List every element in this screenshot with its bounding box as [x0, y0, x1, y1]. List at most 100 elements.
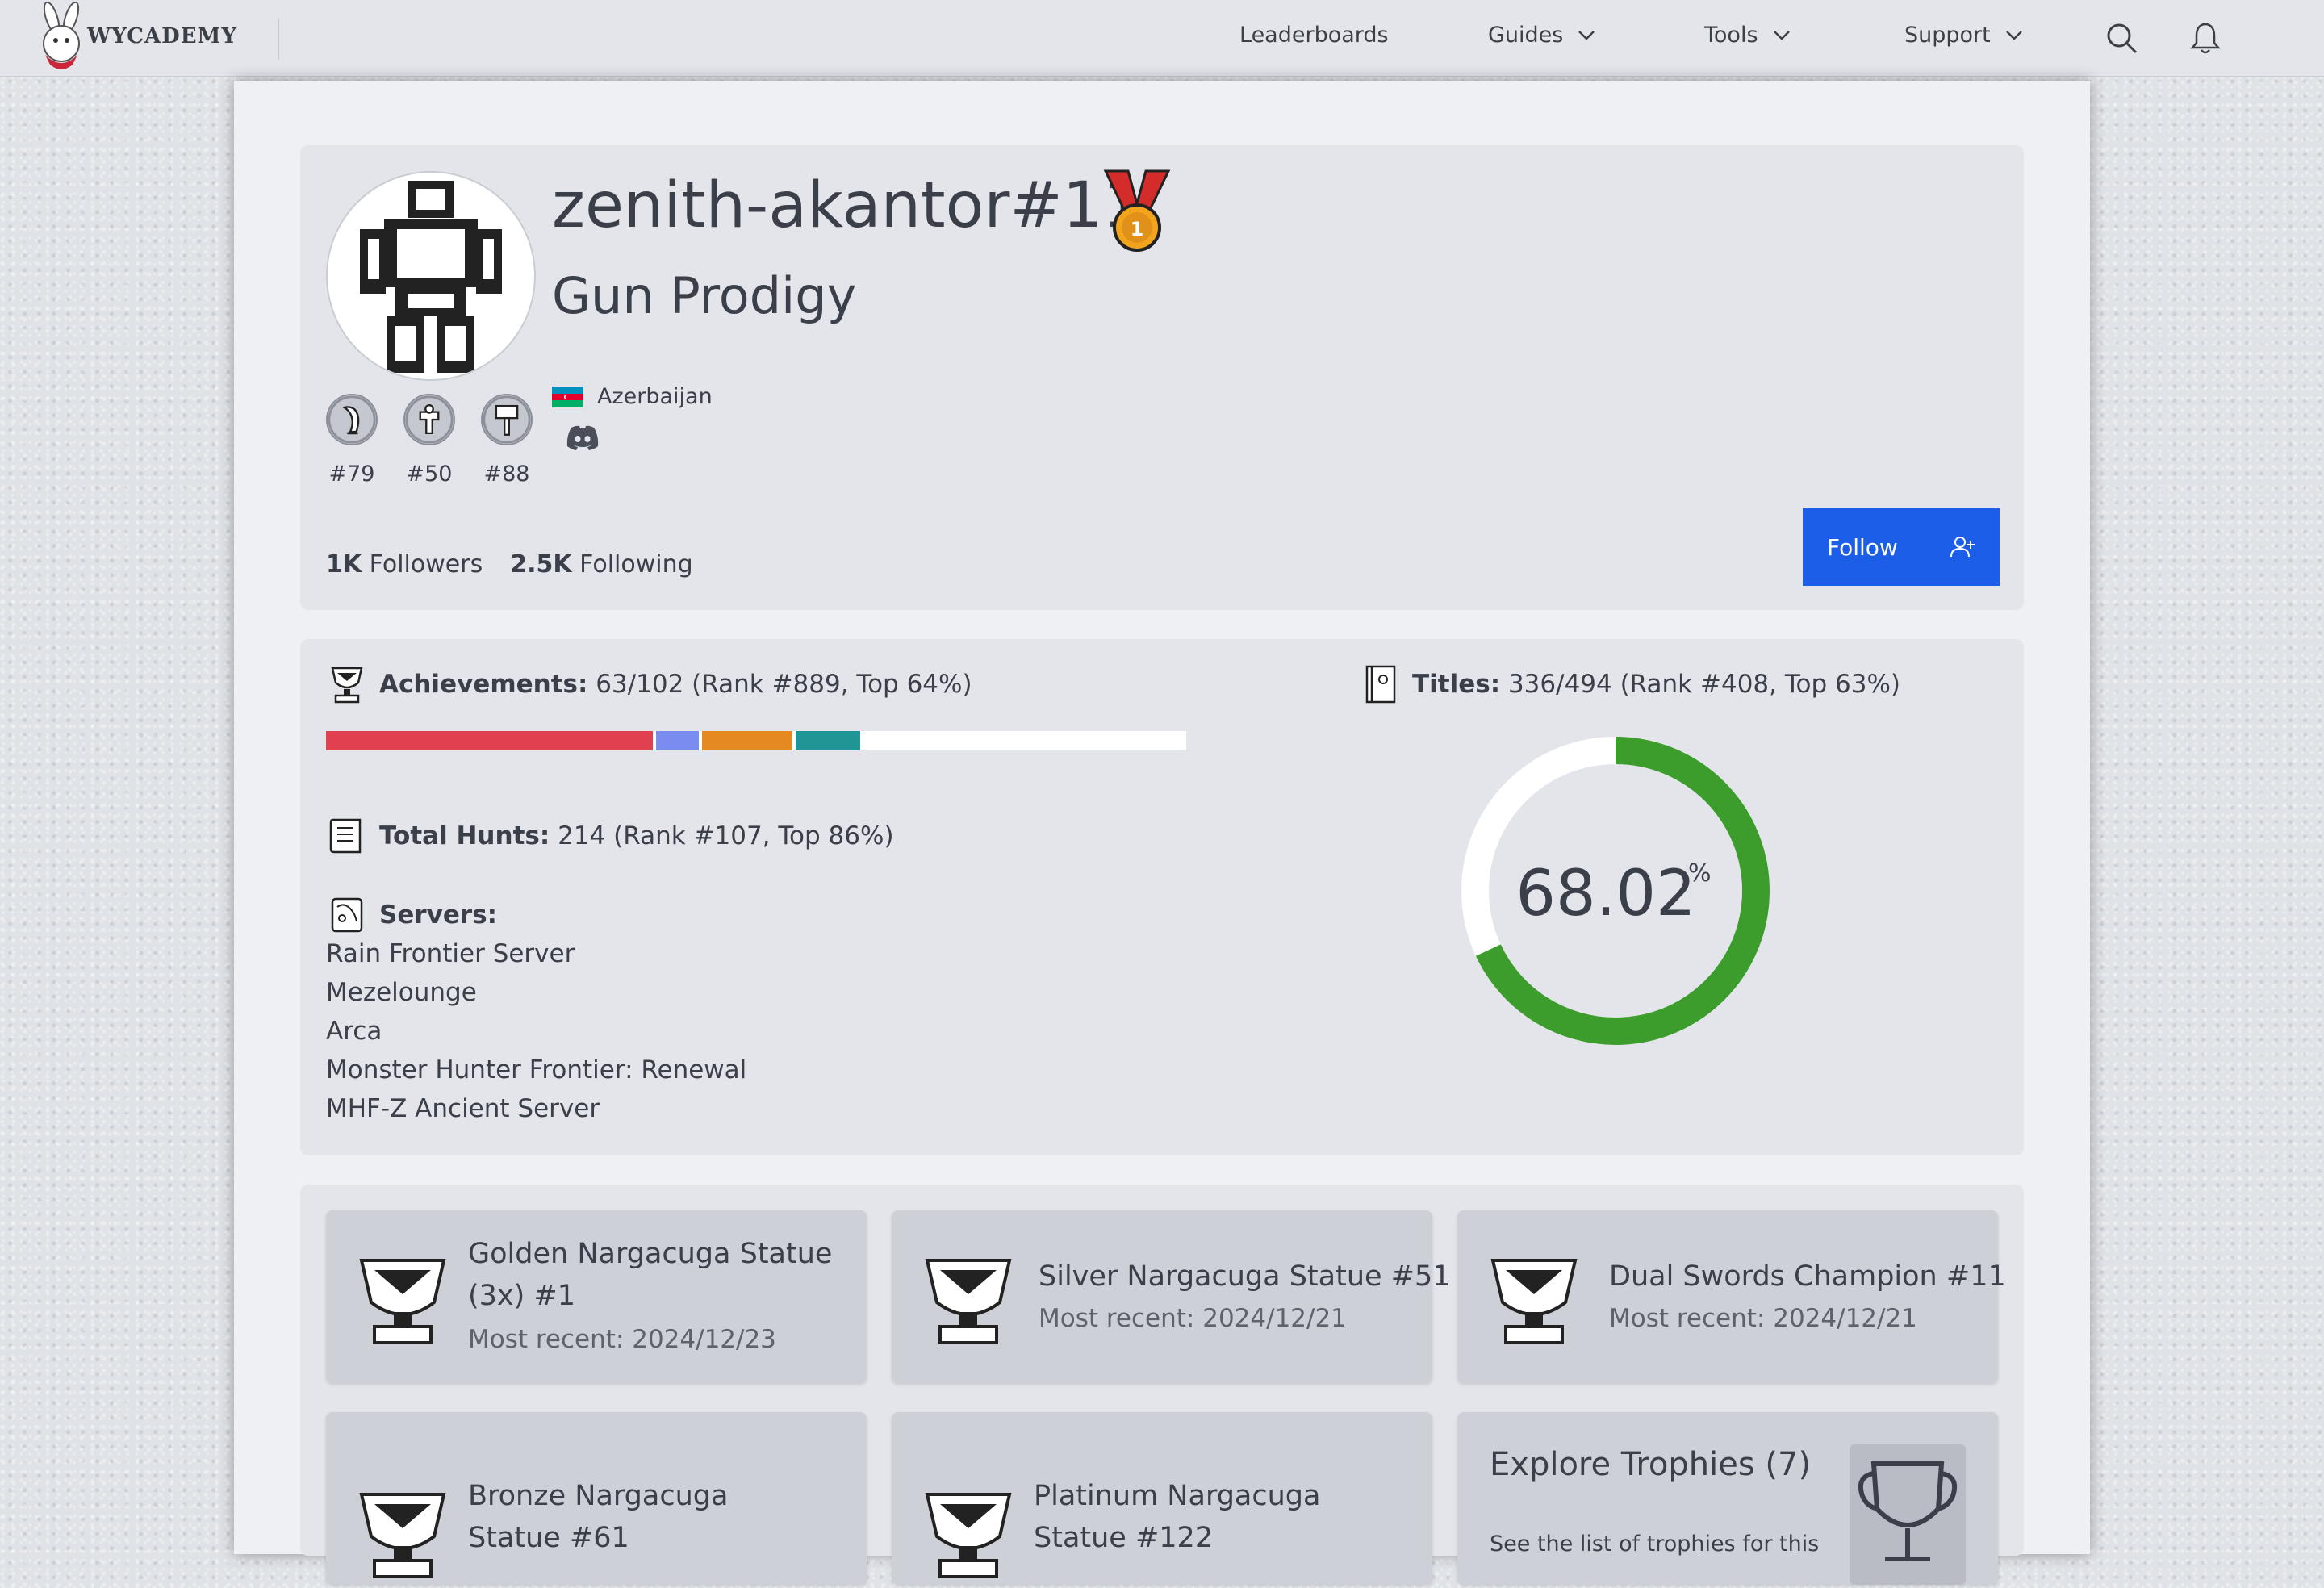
following-count: 2.5K [510, 550, 572, 579]
achievements-stat: Achievements: 63/102 (Rank #889, Top 64%… [326, 663, 972, 705]
azerbaijan-flag-icon [552, 386, 583, 407]
following-label: Following [579, 550, 693, 579]
trophy-statue-icon [359, 1259, 446, 1344]
trophies-section: Golden Nargacuga Statue (3x) #1 Most rec… [300, 1185, 2024, 1585]
trophy-statue-icon [925, 1493, 1012, 1578]
nav-guides-label: Guides [1488, 23, 1564, 48]
hammer-icon [481, 394, 533, 445]
servers-list: Rain Frontier Server Mezelounge Arca Mon… [326, 934, 746, 1128]
explore-trophies-title: Explore Trophies (7) [1490, 1446, 1812, 1483]
trophy-name: Bronze Nargacuga Statue #61 [468, 1480, 729, 1554]
weapon-rank-great-sword[interactable]: #79 [326, 394, 378, 487]
achievements-value: 63/102 (Rank #889, Top 64%) [596, 670, 972, 699]
weapon-rank-value: #88 [483, 462, 530, 487]
weapon-rank-heavy-bowgun[interactable]: #50 [403, 394, 455, 487]
nav-tools-label: Tools [1704, 23, 1758, 48]
nav-support-dropdown[interactable]: Support [1904, 23, 2023, 48]
search-icon[interactable] [2105, 21, 2138, 55]
player-title: Gun Prodigy [552, 266, 857, 325]
add-user-icon [1950, 537, 1975, 558]
trophy-card[interactable]: Dual Swords Champion #11 Most recent: 20… [1457, 1210, 2006, 1383]
avatar[interactable] [326, 171, 536, 381]
server-item: Rain Frontier Server [326, 939, 575, 968]
server-item: Arca [326, 1017, 382, 1046]
profile-card: zenith-akantor#11 1 Gun Prodigy #79 #50 … [300, 145, 2024, 610]
titles-value: 336/494 (Rank #408, Top 63%) [1507, 670, 1901, 699]
server-item: Mezelounge [326, 978, 477, 1007]
servers-label: Servers: [379, 901, 498, 930]
trophy-statue-icon [925, 1259, 1012, 1344]
achievement-progress-segment [656, 731, 700, 750]
map-scroll-icon [331, 897, 363, 933]
percent-sign: % [1688, 859, 1712, 888]
discord-icon[interactable] [565, 424, 600, 452]
servers-stat: Servers: [326, 894, 497, 936]
nav-leaderboards[interactable]: Leaderboards [1239, 23, 1389, 48]
trophy-statue-icon [1490, 1259, 1578, 1344]
book-icon [1365, 665, 1396, 704]
followers-label: Followers [369, 550, 483, 579]
server-item: Monster Hunter Frontier: Renewal [326, 1055, 747, 1084]
follow-button[interactable]: Follow [1803, 508, 2000, 586]
brand-name[interactable]: WYCADEMY [87, 24, 237, 48]
trophy-date: Most recent: 2024/12/23 [468, 1325, 776, 1354]
hunts-label: Total Hunts: [379, 821, 550, 850]
svg-text:1: 1 [1131, 218, 1144, 240]
following-link[interactable]: 2.5K Following [510, 550, 692, 579]
country-name: Azerbaijan [597, 384, 713, 409]
followers-count: 1K [326, 550, 362, 579]
trophy-card[interactable]: Platinum Nargacuga Statue #122 [892, 1412, 1432, 1585]
achievement-progress-segment [702, 731, 793, 750]
username: zenith-akantor#11 [552, 169, 1143, 242]
nav-support-label: Support [1904, 23, 1991, 48]
first-place-medal-icon: 1 [1103, 169, 1171, 252]
trophy-cup-icon [331, 667, 363, 704]
nav-tools-dropdown[interactable]: Tools [1704, 23, 1791, 48]
trophy-card[interactable]: Silver Nargacuga Statue #51 Most recent:… [892, 1210, 1451, 1383]
nav-leaderboards-label: Leaderboards [1239, 23, 1389, 48]
scroll-icon [329, 818, 362, 854]
chevron-down-icon [1773, 30, 1790, 40]
weapon-rank-value: #50 [406, 462, 453, 487]
trophy-card[interactable]: Golden Nargacuga Statue (3x) #1 Most rec… [326, 1210, 867, 1383]
profile-page: zenith-akantor#11 1 Gun Prodigy #79 #50 … [234, 81, 2090, 1585]
hunter-avatar-icon [360, 181, 502, 373]
nav-divider [278, 18, 279, 60]
achievement-progress-segment [326, 731, 654, 750]
hunts-value: 214 (Rank #107, Top 86%) [558, 821, 894, 850]
top-navbar: WYCADEMY Leaderboards Guides Tools Suppo… [0, 0, 2324, 77]
server-item: MHF-Z Ancient Server [326, 1094, 600, 1123]
explore-trophies-description: See the list of trophies for this [1490, 1532, 1820, 1557]
chevron-down-icon [2005, 30, 2022, 40]
weapon-rank-value: #79 [328, 462, 375, 487]
follow-button-label: Follow [1827, 533, 1898, 561]
trophy-outline-icon [1858, 1461, 1958, 1561]
trophy-name: Golden Nargacuga Statue (3x) #1 [468, 1238, 833, 1312]
explore-trophies-image [1850, 1444, 1966, 1585]
achievements-progress-bar [326, 731, 1186, 750]
chevron-down-icon [1578, 30, 1595, 40]
country: Azerbaijan [552, 384, 713, 409]
followers-link[interactable]: 1K Followers [326, 550, 483, 579]
achievements-label: Achievements: [379, 670, 588, 699]
great-sword-icon [326, 394, 378, 445]
follow-stats: 1K Followers 2.5K Following [326, 550, 693, 579]
trophy-card[interactable]: Bronze Nargacuga Statue #61 [326, 1412, 867, 1585]
nav-guides-dropdown[interactable]: Guides [1488, 23, 1595, 48]
titles-label: Titles: [1412, 670, 1501, 699]
explore-trophies-card[interactable]: Explore Trophies (7) See the list of tro… [1457, 1412, 1998, 1585]
trophy-name: Silver Nargacuga Statue #51 [1039, 1260, 1451, 1293]
titles-donut-chart: 68.02 % [1461, 737, 1770, 1045]
heavy-bowgun-icon [403, 394, 455, 445]
stats-card: Achievements: 63/102 (Rank #889, Top 64%… [300, 639, 2024, 1155]
achievement-progress-segment [796, 731, 861, 750]
weapon-ranks: #79 #50 #88 [326, 394, 533, 487]
trophy-name: Platinum Nargacuga Statue #122 [1034, 1480, 1321, 1554]
weapon-rank-hammer[interactable]: #88 [481, 394, 533, 487]
titles-stat: Titles: 336/494 (Rank #408, Top 63%) [1359, 663, 1900, 705]
trophy-date: Most recent: 2024/12/21 [1609, 1304, 1917, 1333]
trophy-date: Most recent: 2024/12/21 [1039, 1304, 1347, 1333]
bell-icon[interactable] [2188, 21, 2222, 55]
total-hunts-stat: Total Hunts: 214 (Rank #107, Top 86%) [326, 815, 894, 857]
trophy-statue-icon [359, 1493, 446, 1578]
